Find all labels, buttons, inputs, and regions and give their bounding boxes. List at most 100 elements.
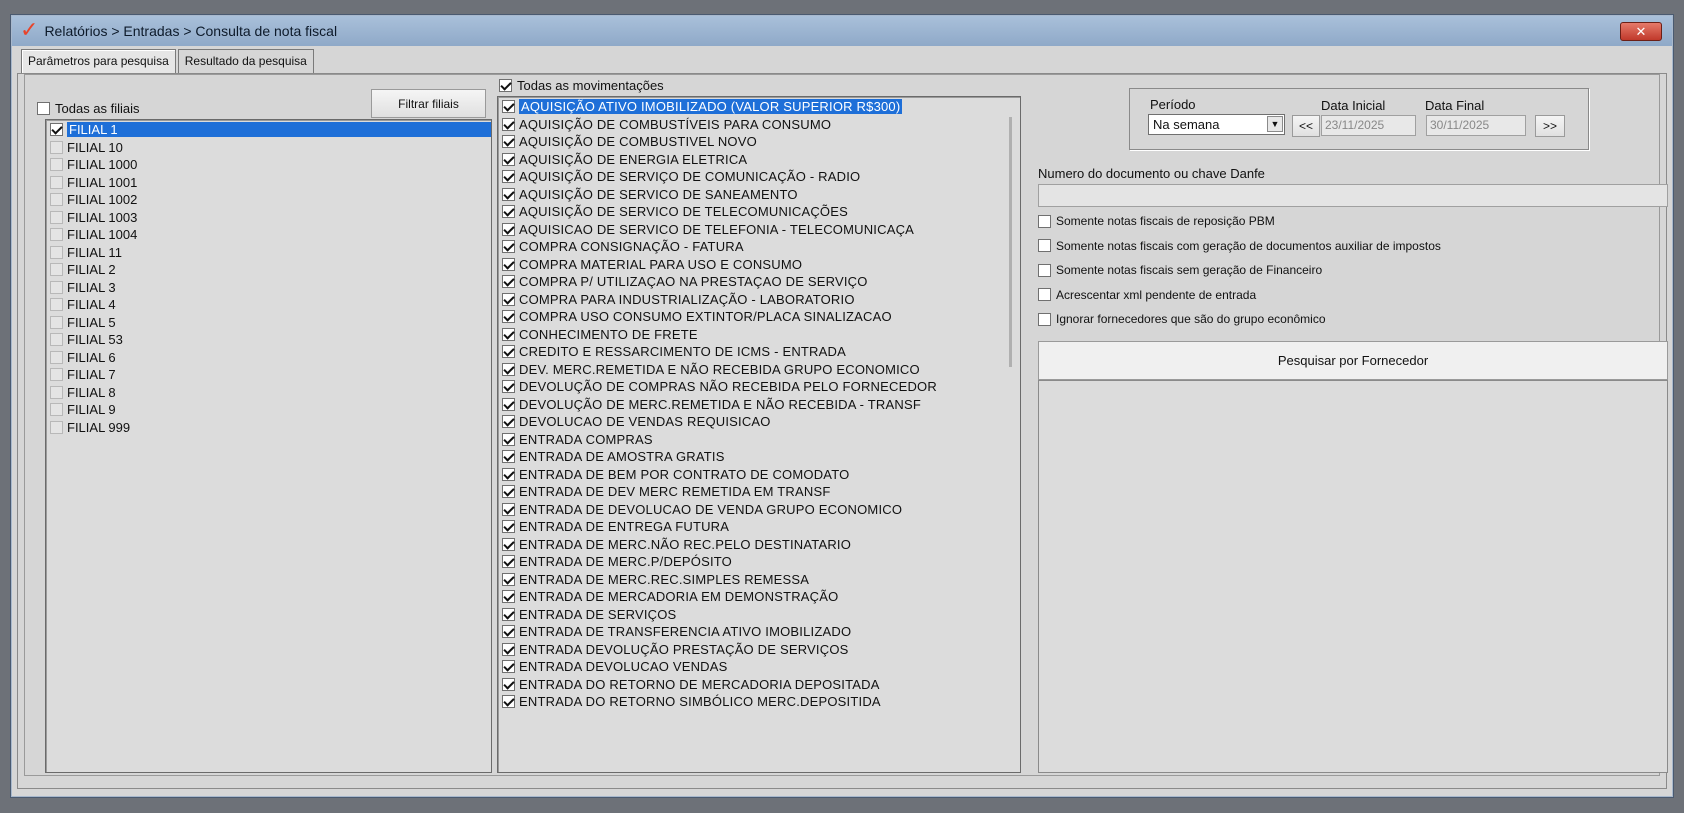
movement-item[interactable]: COMPRA USO CONSUMO EXTINTOR/PLACA SINALI… bbox=[498, 308, 1020, 326]
branch-item[interactable]: FILIAL 1 bbox=[46, 121, 491, 139]
movement-item[interactable]: AQUISIÇÃO ATIVO IMOBILIZADO (VALOR SUPER… bbox=[498, 98, 1020, 116]
movement-item[interactable]: CREDITO E RESSARCIMENTO DE ICMS - ENTRAD… bbox=[498, 343, 1020, 361]
movement-item-checkbox[interactable] bbox=[502, 152, 515, 166]
movement-item-checkbox[interactable] bbox=[502, 467, 515, 481]
movement-item-checkbox[interactable] bbox=[502, 520, 515, 534]
branch-item-checkbox[interactable] bbox=[50, 263, 63, 277]
movement-item[interactable]: ENTRADA DE BEM POR CONTRATO DE COMODATO bbox=[498, 466, 1020, 484]
movement-item-checkbox[interactable] bbox=[502, 292, 515, 306]
option-row[interactable]: Somente notas fiscais de reposição PBM bbox=[1038, 214, 1275, 228]
movement-item[interactable]: ENTRADA DE SERVIÇOS bbox=[498, 606, 1020, 624]
movement-item-checkbox[interactable] bbox=[502, 222, 515, 236]
movement-item-checkbox[interactable] bbox=[502, 572, 515, 586]
branch-item[interactable]: FILIAL 1004 bbox=[46, 226, 491, 244]
movement-item[interactable]: DEVOLUÇÃO DE COMPRAS NÃO RECEBIDA PELO F… bbox=[498, 378, 1020, 396]
filter-branches-button[interactable]: Filtrar filiais bbox=[371, 89, 486, 118]
search-by-supplier-button[interactable]: Pesquisar por Fornecedor bbox=[1038, 341, 1668, 380]
all-movements-checkbox[interactable] bbox=[499, 79, 512, 92]
option-checkbox[interactable] bbox=[1038, 239, 1051, 252]
movement-item-checkbox[interactable] bbox=[502, 257, 515, 271]
branch-item-checkbox[interactable] bbox=[50, 350, 63, 364]
branch-item-checkbox[interactable] bbox=[50, 298, 63, 312]
branch-item[interactable]: FILIAL 10 bbox=[46, 139, 491, 157]
option-checkbox[interactable] bbox=[1038, 288, 1051, 301]
movement-item[interactable]: ENTRADA DO RETORNO DE MERCADORIA DEPOSIT… bbox=[498, 676, 1020, 694]
branch-item-checkbox[interactable] bbox=[50, 210, 63, 224]
movement-item[interactable]: COMPRA P/ UTILIZAÇAO NA PRESTAÇAO DE SER… bbox=[498, 273, 1020, 291]
branch-item-checkbox[interactable] bbox=[50, 280, 63, 294]
option-row[interactable]: Acrescentar xml pendente de entrada bbox=[1038, 288, 1256, 302]
tab-search-parameters[interactable]: Parâmetros para pesquisa bbox=[21, 49, 176, 73]
movement-item-checkbox[interactable] bbox=[502, 537, 515, 551]
movement-item[interactable]: ENTRADA DE MERC.NÃO REC.PELO DESTINATARI… bbox=[498, 536, 1020, 554]
branches-list[interactable]: FILIAL 1 FILIAL 10 FILIAL 1000 FILIAL 1001 F… bbox=[45, 119, 492, 773]
option-row[interactable]: Somente notas fiscais sem geração de Fin… bbox=[1038, 263, 1322, 277]
movement-item[interactable]: AQUISIÇÃO DE SERVICO DE TELECOMUNICAÇÕES bbox=[498, 203, 1020, 221]
previous-period-button[interactable]: << bbox=[1292, 115, 1320, 137]
movement-item-checkbox[interactable] bbox=[502, 135, 515, 149]
movement-item[interactable]: AQUISIÇÃO DE ENERGIA ELETRICA bbox=[498, 151, 1020, 169]
chevron-down-icon[interactable]: ▼ bbox=[1267, 116, 1283, 132]
movement-item[interactable]: AQUISIÇÃO DE COMBUSTÍVEIS PARA CONSUMO bbox=[498, 116, 1020, 134]
movement-item-checkbox[interactable] bbox=[502, 397, 515, 411]
movement-item-checkbox[interactable] bbox=[502, 415, 515, 429]
movement-item[interactable]: ENTRADA DEVOLUÇÃO PRESTAÇÃO DE SERVIÇOS bbox=[498, 641, 1020, 659]
movements-scrollbar[interactable] bbox=[1009, 117, 1012, 367]
movement-item-checkbox[interactable] bbox=[502, 432, 515, 446]
close-button[interactable]: ✕ bbox=[1620, 22, 1662, 41]
branch-item[interactable]: FILIAL 1003 bbox=[46, 209, 491, 227]
movement-item[interactable]: DEVOLUCAO DE VENDAS REQUISICAO bbox=[498, 413, 1020, 431]
branch-item[interactable]: FILIAL 1002 bbox=[46, 191, 491, 209]
movement-item[interactable]: AQUISIÇÃO DE COMBUSTIVEL NOVO bbox=[498, 133, 1020, 151]
document-field[interactable] bbox=[1038, 184, 1668, 207]
next-period-button[interactable]: >> bbox=[1535, 115, 1565, 137]
all-branches-row[interactable]: Todas as filiais bbox=[37, 101, 140, 116]
movement-item[interactable]: ENTRADA COMPRAS bbox=[498, 431, 1020, 449]
branch-item[interactable]: FILIAL 1001 bbox=[46, 174, 491, 192]
movement-item-checkbox[interactable] bbox=[502, 642, 515, 656]
all-movements-row[interactable]: Todas as movimentações bbox=[499, 78, 664, 93]
movement-item-checkbox[interactable] bbox=[502, 450, 515, 464]
movement-item[interactable]: ENTRADA DE MERC.REC.SIMPLES REMESSA bbox=[498, 571, 1020, 589]
movement-item-checkbox[interactable] bbox=[502, 205, 515, 219]
branch-item[interactable]: FILIAL 53 bbox=[46, 331, 491, 349]
movements-list[interactable]: AQUISIÇÃO ATIVO IMOBILIZADO (VALOR SUPER… bbox=[497, 96, 1021, 773]
movement-item-checkbox[interactable] bbox=[502, 625, 515, 639]
branch-item-checkbox[interactable] bbox=[50, 315, 63, 329]
movement-item[interactable]: AQUISICAO DE SERVICO DE TELEFONIA - TELE… bbox=[498, 221, 1020, 239]
movement-item[interactable]: ENTRADA DE AMOSTRA GRATIS bbox=[498, 448, 1020, 466]
movement-item[interactable]: COMPRA CONSIGNAÇÃO - FATURA bbox=[498, 238, 1020, 256]
end-date-field[interactable]: 30/11/2025 bbox=[1426, 115, 1526, 136]
branch-item-checkbox[interactable] bbox=[50, 403, 63, 417]
branch-item-checkbox[interactable] bbox=[50, 368, 63, 382]
movement-item[interactable]: ENTRADA DE DEVOLUCAO DE VENDA GRUPO ECON… bbox=[498, 501, 1020, 519]
movement-item-checkbox[interactable] bbox=[502, 362, 515, 376]
branch-item[interactable]: FILIAL 3 bbox=[46, 279, 491, 297]
branch-item[interactable]: FILIAL 4 bbox=[46, 296, 491, 314]
branch-item[interactable]: FILIAL 5 bbox=[46, 314, 491, 332]
movement-item-checkbox[interactable] bbox=[502, 607, 515, 621]
option-row[interactable]: Ignorar fornecedores que são do grupo ec… bbox=[1038, 312, 1326, 326]
movement-item-checkbox[interactable] bbox=[502, 187, 515, 201]
branch-item[interactable]: FILIAL 2 bbox=[46, 261, 491, 279]
period-select[interactable]: Na semana ▼ bbox=[1148, 114, 1285, 135]
branch-item-checkbox[interactable] bbox=[50, 193, 63, 207]
tab-search-results[interactable]: Resultado da pesquisa bbox=[177, 49, 314, 73]
movement-item-checkbox[interactable] bbox=[502, 240, 515, 254]
branch-item[interactable]: FILIAL 11 bbox=[46, 244, 491, 262]
option-checkbox[interactable] bbox=[1038, 263, 1051, 277]
branch-item[interactable]: FILIAL 1000 bbox=[46, 156, 491, 174]
branch-item-checkbox[interactable] bbox=[50, 140, 63, 154]
movement-item[interactable]: ENTRADA DE MERC.P/DEPÓSITO bbox=[498, 553, 1020, 571]
option-checkbox[interactable] bbox=[1038, 312, 1051, 326]
movement-item[interactable]: AQUISIÇÃO DE SERVIÇO DE COMUNICAÇÃO - RA… bbox=[498, 168, 1020, 186]
movement-item-checkbox[interactable] bbox=[502, 170, 515, 184]
movement-item[interactable]: COMPRA MATERIAL PARA USO E CONSUMO bbox=[498, 256, 1020, 274]
movement-item[interactable]: ENTRADA DE MERCADORIA EM DEMONSTRAÇÃO bbox=[498, 588, 1020, 606]
branch-item-checkbox[interactable] bbox=[50, 245, 63, 259]
branch-item-checkbox[interactable] bbox=[50, 333, 63, 347]
movement-item-checkbox[interactable] bbox=[502, 485, 515, 499]
movement-item-checkbox[interactable] bbox=[502, 677, 515, 691]
movement-item[interactable]: DEVOLUÇÃO DE MERC.REMETIDA E NÃO RECEBID… bbox=[498, 396, 1020, 414]
movement-item[interactable]: DEV. MERC.REMETIDA E NÃO RECEBIDA GRUPO … bbox=[498, 361, 1020, 379]
